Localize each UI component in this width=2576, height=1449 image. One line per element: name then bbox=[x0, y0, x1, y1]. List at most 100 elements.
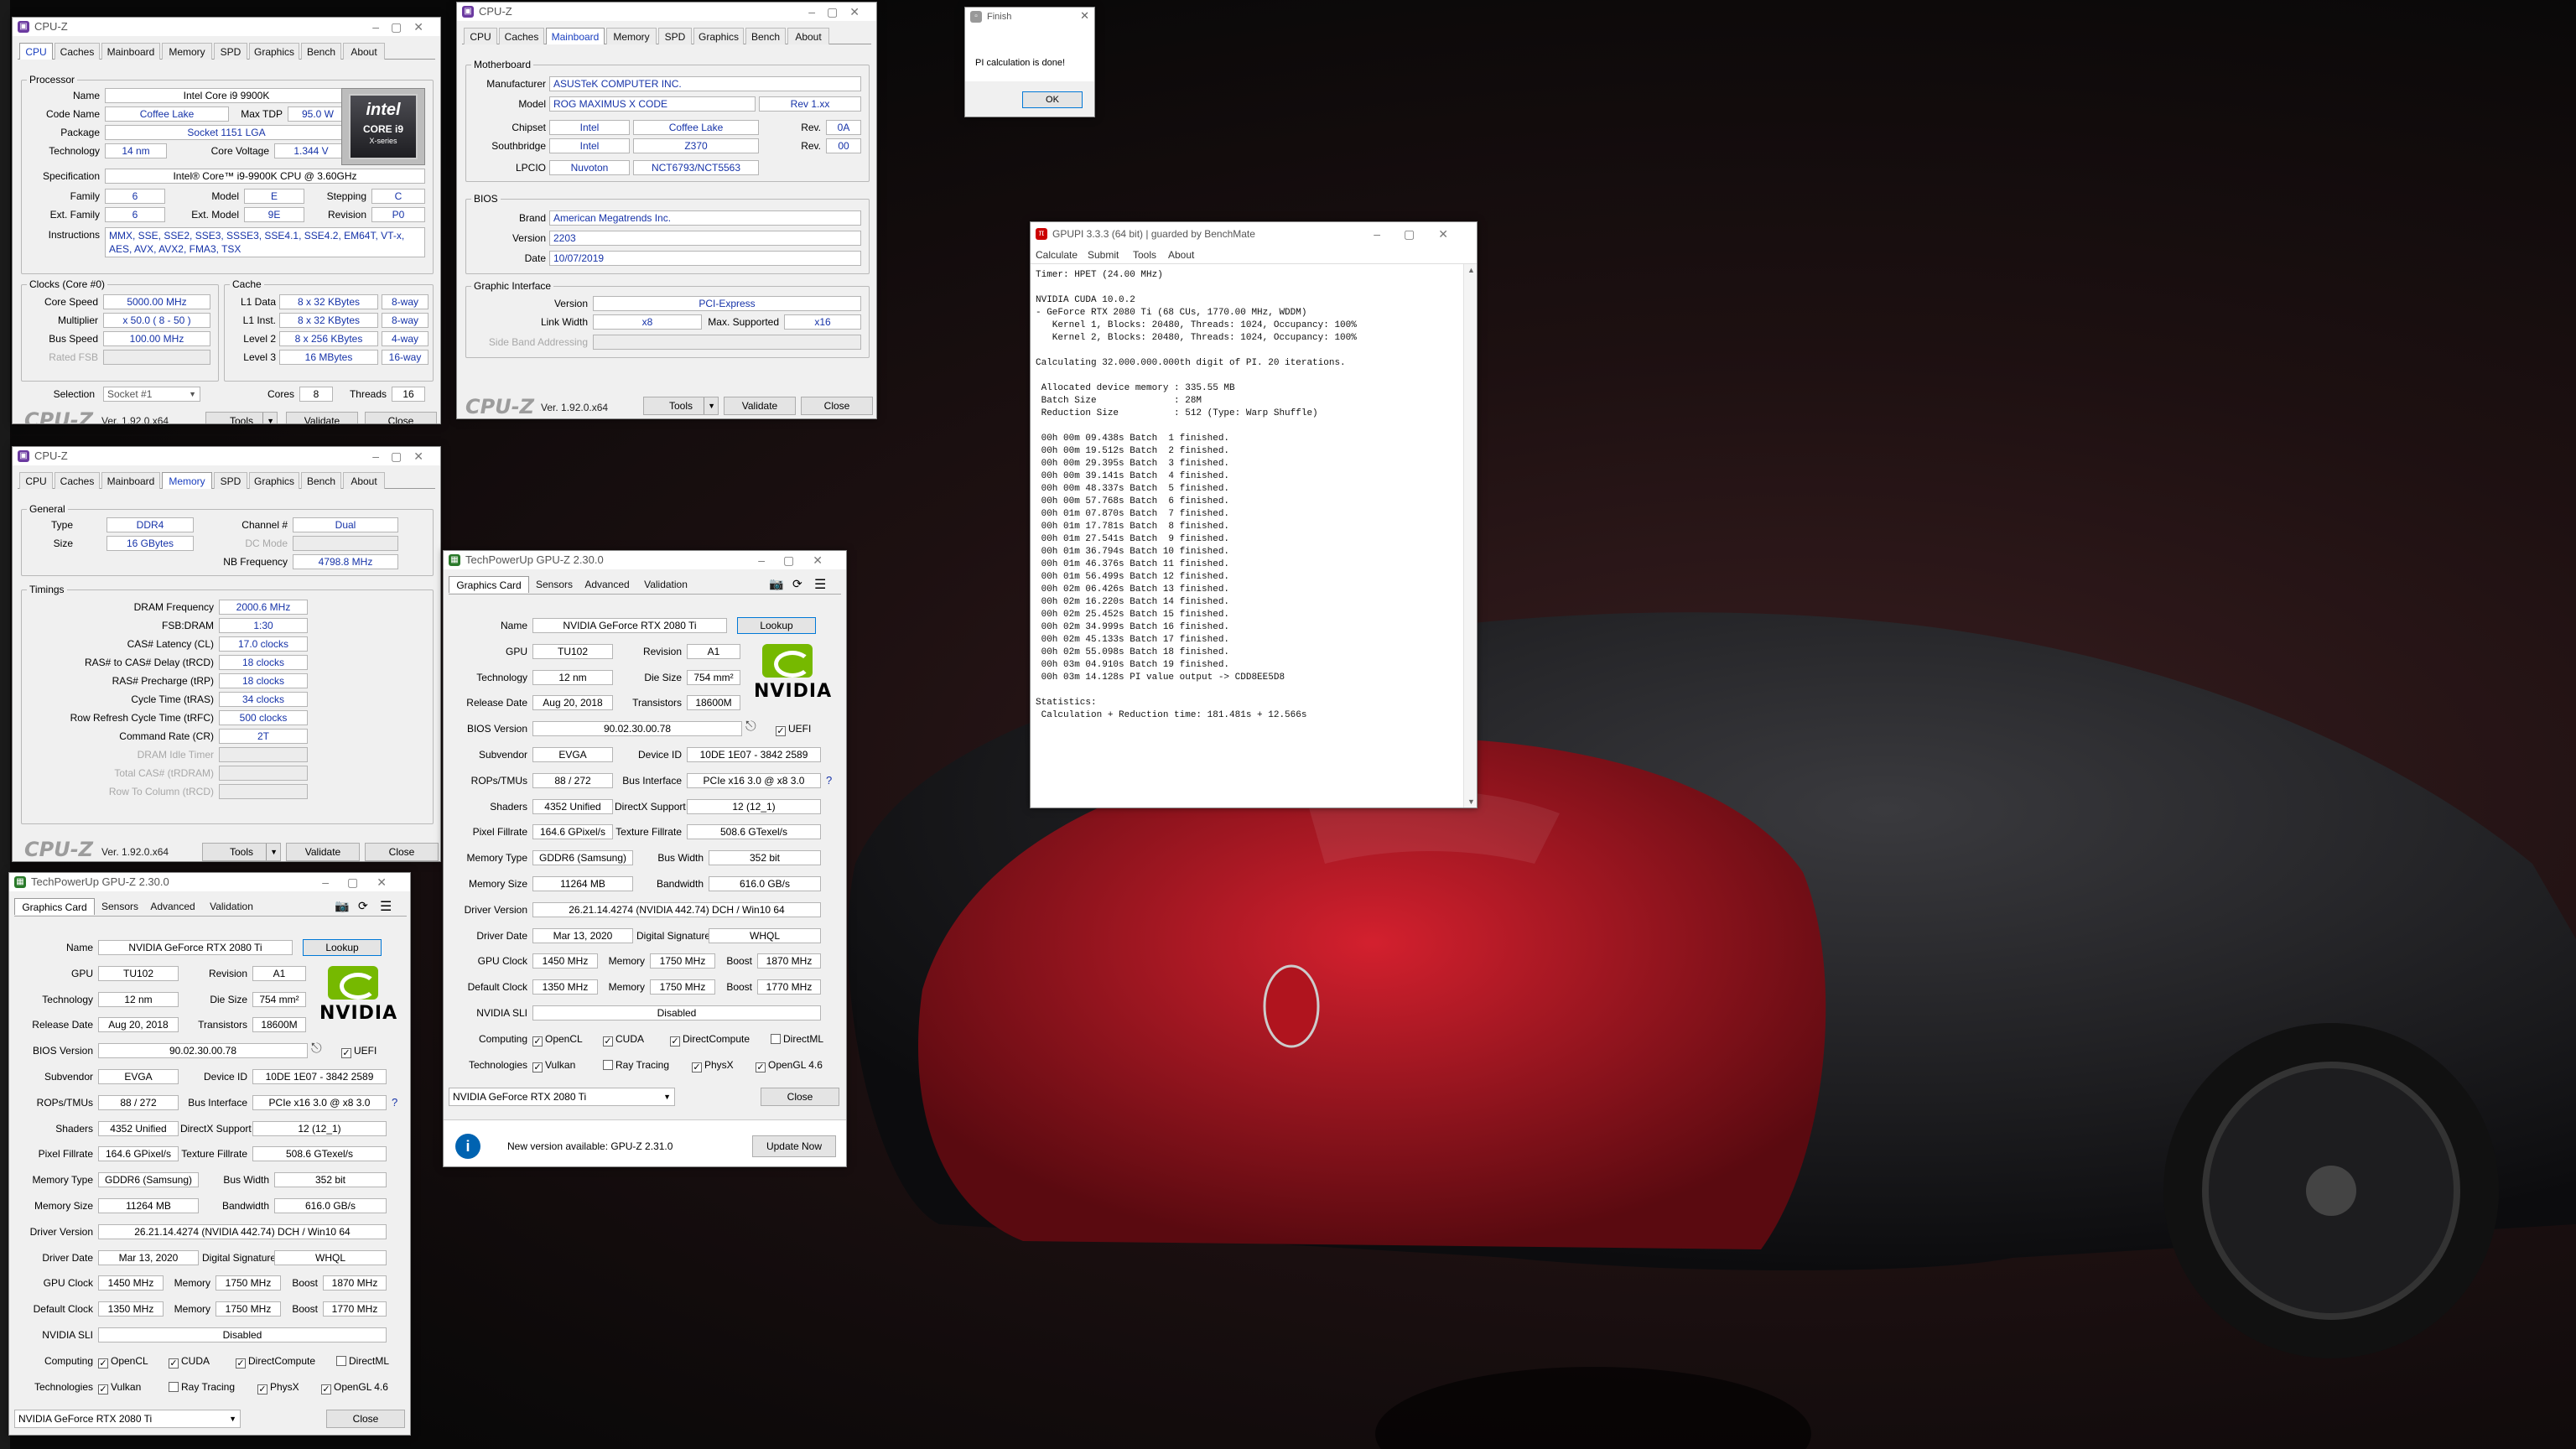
close-button[interactable]: Close bbox=[326, 1410, 405, 1429]
window-controls[interactable]: –▢✕ bbox=[372, 20, 435, 34]
tab-spd[interactable]: SPD bbox=[214, 43, 247, 60]
checkbox-label: CUDA bbox=[615, 1032, 645, 1045]
tab-sensors[interactable]: Sensors bbox=[531, 576, 578, 593]
validate-button[interactable]: Validate bbox=[286, 412, 358, 423]
log-line: Calculating 32.000.000.000th digit of PI… bbox=[1036, 358, 1346, 368]
tab-caches[interactable]: Caches bbox=[499, 28, 544, 44]
checkbox-icon: ✓ bbox=[236, 1358, 246, 1368]
tab-about[interactable]: About bbox=[787, 28, 829, 44]
menu-tools[interactable]: Tools bbox=[1133, 249, 1156, 261]
tab-memory[interactable]: Memory bbox=[606, 28, 657, 44]
tab-caches[interactable]: Caches bbox=[55, 43, 100, 60]
tab-sensors[interactable]: Sensors bbox=[96, 898, 143, 915]
menu-about[interactable]: About bbox=[1168, 249, 1194, 261]
finish-dialog: ▫ Finish ✕ PI calculation is done! OK bbox=[964, 7, 1095, 117]
tab-graphics-card[interactable]: Graphics Card bbox=[14, 898, 95, 915]
memory-clock-label: Memory bbox=[174, 1277, 210, 1290]
close-button[interactable]: Close bbox=[365, 843, 439, 861]
cores-label: Cores bbox=[267, 388, 294, 400]
tools-button[interactable]: Tools ▼ bbox=[643, 397, 719, 415]
maxtdp-label: Max TDP bbox=[241, 108, 283, 120]
checkbox-icon: ✓ bbox=[257, 1384, 267, 1394]
window-controls[interactable]: –▢✕ bbox=[372, 449, 435, 463]
tab-graphics[interactable]: Graphics bbox=[693, 28, 744, 44]
nbfreq-label: NB Frequency bbox=[223, 556, 288, 568]
close-button[interactable]: Close bbox=[761, 1088, 839, 1107]
close-button[interactable]: Close bbox=[365, 412, 437, 423]
gpu-select-dropdown[interactable]: NVIDIA GeForce RTX 2080 Ti ▼ bbox=[14, 1410, 241, 1429]
selection-dropdown[interactable]: Socket #1 ▼ bbox=[103, 387, 200, 402]
close-button[interactable]: Close bbox=[801, 397, 873, 415]
refresh-icon[interactable]: ⟳ bbox=[358, 899, 368, 913]
tab-about[interactable]: About bbox=[343, 43, 385, 60]
tab-mainboard[interactable]: Mainboard bbox=[101, 472, 160, 489]
tab-mainboard[interactable]: Mainboard bbox=[546, 28, 605, 44]
tab-graphics[interactable]: Graphics bbox=[249, 43, 299, 60]
tab-bench[interactable]: Bench bbox=[301, 472, 341, 489]
camera-icon[interactable]: 📷 bbox=[769, 577, 783, 591]
tools-button[interactable]: Tools ▼ bbox=[205, 412, 278, 423]
scroll-down-icon[interactable]: ▼ bbox=[1467, 797, 1475, 806]
tab-validation[interactable]: Validation bbox=[202, 898, 261, 915]
tab-memory[interactable]: Memory bbox=[162, 43, 212, 60]
titlebar: ▣ CPU-Z –▢✕ bbox=[457, 3, 876, 21]
validate-button[interactable]: Validate bbox=[724, 397, 796, 415]
tab-cpu[interactable]: CPU bbox=[19, 472, 53, 489]
tools-button[interactable]: Tools ▼ bbox=[202, 843, 281, 861]
window-controls[interactable]: –▢✕ bbox=[1374, 227, 1472, 241]
bandwidth-value: 616.0 GB/s bbox=[274, 1198, 387, 1213]
tab-validation[interactable]: Validation bbox=[636, 576, 695, 593]
log-line: 00h 00m 29.395s Batch 3 finished. bbox=[1036, 459, 1230, 469]
tab-memory[interactable]: Memory bbox=[162, 472, 212, 489]
scroll-up-icon[interactable]: ▲ bbox=[1467, 266, 1475, 274]
tab-advanced[interactable]: Advanced bbox=[578, 576, 636, 593]
checkbox-label: DirectML bbox=[783, 1032, 824, 1045]
gpu-select-dropdown[interactable]: NVIDIA GeForce RTX 2080 Ti ▼ bbox=[449, 1088, 675, 1107]
help-icon[interactable]: ? bbox=[826, 773, 832, 788]
menu-icon[interactable]: ☰ bbox=[814, 576, 826, 593]
tab-caches[interactable]: Caches bbox=[55, 472, 100, 489]
tab-graphics[interactable]: Graphics bbox=[249, 472, 299, 489]
tab-mainboard[interactable]: Mainboard bbox=[101, 43, 160, 60]
camera-icon[interactable]: 📷 bbox=[335, 899, 349, 913]
window-title: CPU-Z bbox=[479, 5, 512, 18]
tab-cpu[interactable]: CPU bbox=[464, 28, 497, 44]
diesize-value: 754 mm² bbox=[687, 669, 740, 685]
tab-bench[interactable]: Bench bbox=[745, 28, 786, 44]
titlebar: ▣ CPU-Z –▢✕ bbox=[13, 18, 440, 36]
tab-about[interactable]: About bbox=[343, 472, 385, 489]
tab-spd[interactable]: SPD bbox=[658, 28, 692, 44]
validate-button[interactable]: Validate bbox=[286, 843, 360, 861]
log-line: 00h 00m 09.438s Batch 1 finished. bbox=[1036, 434, 1230, 444]
vertical-scrollbar[interactable]: ▲ ▼ bbox=[1463, 264, 1477, 808]
menu-submit[interactable]: Submit bbox=[1088, 249, 1119, 261]
computing-checkbox: ✓ DirectCompute bbox=[670, 1032, 750, 1046]
help-icon[interactable]: ? bbox=[392, 1095, 397, 1110]
window-controls[interactable]: –▢✕ bbox=[758, 553, 841, 567]
close-icon[interactable]: ✕ bbox=[1080, 9, 1089, 23]
update-now-button[interactable]: Update Now bbox=[752, 1135, 836, 1158]
tab-advanced[interactable]: Advanced bbox=[143, 898, 202, 915]
lookup-button[interactable]: Lookup bbox=[303, 939, 382, 956]
tab-cpu[interactable]: CPU bbox=[19, 43, 53, 60]
log-line: 00h 02m 16.220s Batch 14 finished. bbox=[1036, 597, 1230, 607]
menu-calculate[interactable]: Calculate bbox=[1036, 249, 1078, 261]
deviceid-value: 10DE 1E07 - 3842 2589 bbox=[687, 747, 821, 762]
diesize-label: Die Size bbox=[644, 671, 682, 683]
window-controls[interactable]: –▢✕ bbox=[808, 5, 871, 18]
tab-spd[interactable]: SPD bbox=[214, 472, 247, 489]
tab-bench[interactable]: Bench bbox=[301, 43, 341, 60]
tab-graphics-card[interactable]: Graphics Card bbox=[449, 576, 529, 593]
lookup-button[interactable]: Lookup bbox=[737, 617, 816, 634]
rops-label: ROPs/TMUs bbox=[36, 1096, 93, 1109]
menu-icon[interactable]: ☰ bbox=[380, 898, 392, 915]
ok-button[interactable]: OK bbox=[1022, 91, 1083, 108]
extmodel-value: 9E bbox=[244, 207, 304, 222]
checkbox-icon: ✓ bbox=[776, 726, 786, 737]
timing-label: Row Refresh Cycle Time (tRFC) bbox=[70, 712, 214, 724]
share-icon[interactable]: ⎋ bbox=[745, 719, 756, 735]
window-controls[interactable]: –▢✕ bbox=[322, 875, 405, 889]
share-icon[interactable]: ⎋ bbox=[311, 1041, 322, 1057]
refresh-icon[interactable]: ⟳ bbox=[792, 577, 802, 591]
l1inst-way: 8-way bbox=[382, 313, 428, 328]
